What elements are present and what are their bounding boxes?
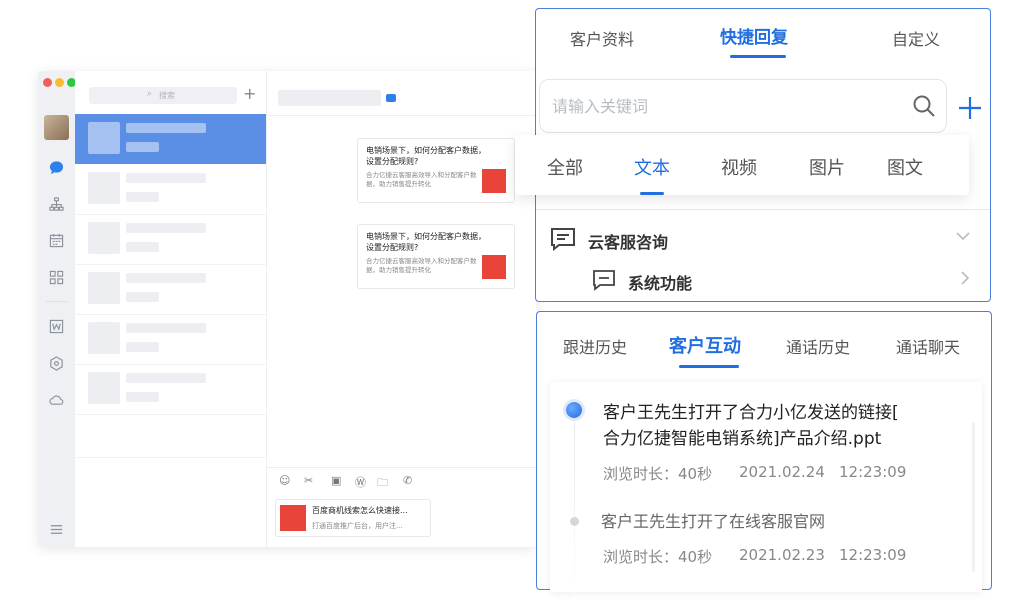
keyword-search-box <box>539 79 947 133</box>
tree-item-label: 云客服咨询 <box>588 233 669 252</box>
message-card[interactable]: 电销场景下，如何分配客户数据，设置分配规则? 合力亿捷云客服高效导入和分配客户数… <box>357 138 515 203</box>
message-summary: 合力亿捷云客服高效导入和分配客户数据，助力销售提升转化 <box>366 171 477 188</box>
menu-icon[interactable] <box>48 522 65 539</box>
message-square-icon <box>551 228 575 251</box>
search-icon[interactable] <box>912 94 936 118</box>
search-input[interactable]: ⌕ 搜索 <box>89 87 237 104</box>
word-doc-icon[interactable] <box>48 319 65 336</box>
timeline-dot <box>570 517 579 526</box>
chat-status-icon <box>386 94 396 102</box>
list-item[interactable] <box>75 264 266 315</box>
image-icon[interactable]: ▣ <box>331 474 341 487</box>
close-window-button[interactable] <box>43 78 52 87</box>
event-duration: 浏览时长：40秒 <box>603 465 713 483</box>
tree-item-label: 系统功能 <box>628 274 693 293</box>
customer-interaction-panel: 跟进历史 客户互动 通话历史 通话聊天 客户王先生打开了合力小亿发送的链接[ 合… <box>536 311 992 602</box>
event-duration: 浏览时长：40秒 <box>603 548 713 566</box>
tab-custom[interactable]: 自定义 <box>892 26 940 50</box>
tab-customer-interaction[interactable]: 客户互动 <box>669 332 741 358</box>
composer-card[interactable]: 百度商机线索怎么快速接... 打通百度推广后台，用户注... <box>275 499 431 537</box>
message-title: 电销场景下，如何分配客户数据，设置分配规则? <box>366 146 486 166</box>
tab-customer-info[interactable]: 客户资料 <box>570 26 634 50</box>
search-input[interactable] <box>550 80 894 132</box>
chevron-down-icon[interactable] <box>956 231 970 241</box>
list-item[interactable] <box>75 214 266 265</box>
add-icon[interactable] <box>957 95 983 121</box>
event-text: 客户王先生打开了在线客服官网 <box>601 512 826 531</box>
tab-call-history[interactable]: 通话历史 <box>786 334 850 358</box>
tree-item-cloud-service[interactable]: 云客服咨询 <box>550 225 970 253</box>
composer-card-summary: 打通百度推广后台，用户注... <box>312 522 403 530</box>
active-subtab-indicator <box>640 192 664 195</box>
list-item[interactable] <box>75 164 266 215</box>
event-date: 2021.02.23 <box>739 546 825 564</box>
scrollbar-track[interactable] <box>972 422 975 572</box>
chevron-right-icon[interactable] <box>960 271 970 285</box>
cloud-icon[interactable] <box>48 392 65 409</box>
active-tab-indicator <box>730 55 786 58</box>
interaction-timeline: 客户王先生打开了合力小亿发送的链接[ 合力亿捷智能电销系统]产品介绍.ppt 浏… <box>550 382 982 602</box>
message-card[interactable]: 电销场景下，如何分配客户数据，设置分配规则? 合力亿捷云客服高效导入和分配客户数… <box>357 224 515 289</box>
chat-area: 电销场景下，如何分配客户数据，设置分配规则? 合力亿捷云客服高效导入和分配客户数… <box>267 71 536 547</box>
calendar-icon[interactable] <box>48 233 65 250</box>
chat-window: ⌕ 搜索 + 电销场景下，如何分配客户数据，设置分配规则? 合力亿捷云客服高效导… <box>38 71 536 547</box>
message-thumbnail <box>482 255 506 279</box>
subtab-image[interactable]: 图片 <box>809 154 845 180</box>
active-tab-indicator <box>679 365 739 368</box>
subtab-video[interactable]: 视频 <box>721 154 757 180</box>
hexagon-icon[interactable] <box>48 356 65 373</box>
timeline-dot-active <box>566 402 582 418</box>
timeline-line <box>574 422 575 602</box>
list-item-selected[interactable] <box>75 114 266 164</box>
message-title: 电销场景下，如何分配客户数据，设置分配规则? <box>366 232 486 252</box>
composer-card-title: 百度商机线索怎么快速接... <box>312 506 408 515</box>
scissors-icon[interactable]: ✂ <box>304 474 313 487</box>
emoji-icon[interactable]: ☺ <box>279 474 290 487</box>
subtab-text[interactable]: 文本 <box>634 154 670 180</box>
tree-item-system-function[interactable]: 系统功能 <box>592 267 970 295</box>
folder-icon[interactable]: 🗀 <box>377 474 388 493</box>
search-placeholder: 搜索 <box>159 91 175 100</box>
conversation-list: ⌕ 搜索 + <box>75 71 267 547</box>
tab-follow-up-history[interactable]: 跟进历史 <box>563 334 627 358</box>
event-text[interactable]: 合力亿捷智能电销系统]产品介绍.ppt <box>603 426 881 452</box>
list-item[interactable] <box>75 314 266 365</box>
org-chart-icon[interactable] <box>48 197 65 214</box>
minimize-window-button[interactable] <box>55 78 64 87</box>
plus-icon[interactable]: + <box>243 84 256 104</box>
subtab-rich-text[interactable]: 图文 <box>887 154 923 180</box>
list-item[interactable] <box>75 364 266 415</box>
tab-quick-reply[interactable]: 快捷回复 <box>720 23 788 48</box>
subtab-all[interactable]: 全部 <box>547 154 583 180</box>
composer-card-thumbnail <box>280 505 306 531</box>
word-icon[interactable]: Ⓦ <box>355 474 366 490</box>
apps-grid-icon[interactable] <box>48 270 65 287</box>
chat-title-placeholder <box>278 90 381 106</box>
message-square-icon <box>593 270 615 291</box>
message-thumbnail <box>482 169 506 193</box>
chat-bubble-icon[interactable] <box>48 160 65 177</box>
tab-call-chat[interactable]: 通话聊天 <box>896 334 960 358</box>
app-sidebar <box>38 71 76 547</box>
avatar[interactable] <box>44 115 69 140</box>
event-time: 12:23:09 <box>839 546 907 564</box>
content-type-tabs: 全部 文本 视频 图片 图文 <box>515 135 969 195</box>
phone-icon[interactable]: ✆ <box>403 474 412 487</box>
event-time: 12:23:09 <box>839 463 907 481</box>
event-date: 2021.02.24 <box>739 463 825 481</box>
event-text: 客户王先生打开了合力小亿发送的链接[ <box>603 403 899 423</box>
search-icon: ⌕ <box>147 89 153 99</box>
message-summary: 合力亿捷云客服高效导入和分配客户数据，助力销售提升转化 <box>366 257 477 274</box>
